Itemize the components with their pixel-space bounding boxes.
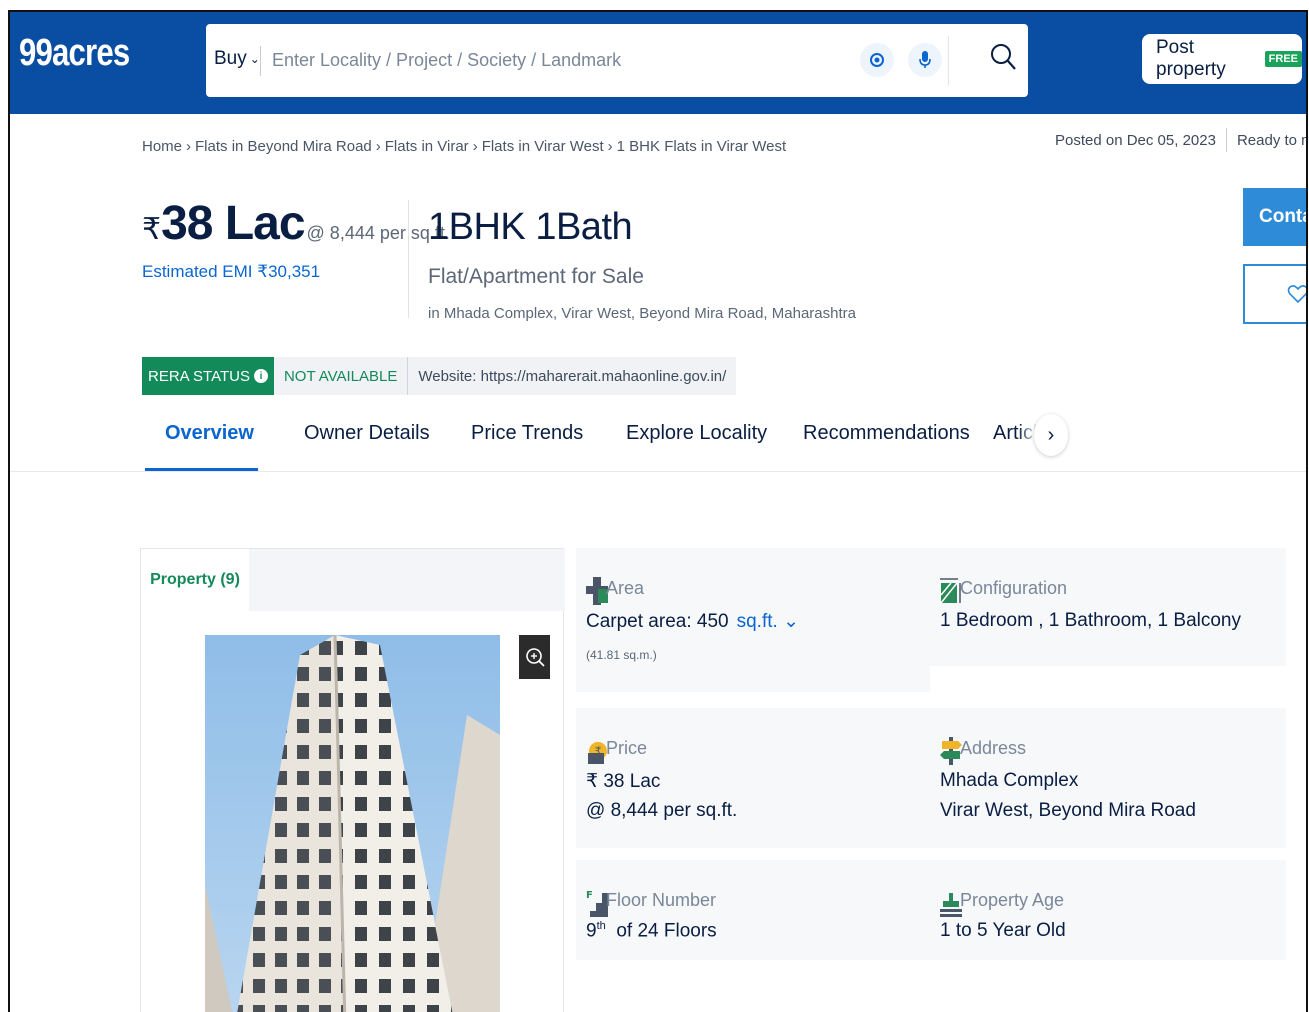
emi-link[interactable]: Estimated EMI ₹30,351 (142, 262, 320, 282)
shortlist-button[interactable] (1243, 264, 1306, 324)
search-separator (948, 36, 949, 86)
microphone-icon[interactable] (908, 43, 942, 77)
rera-banner: RERA STATUS i NOT AVAILABLE Website: htt… (142, 357, 737, 395)
tab-owner-details[interactable]: Owner Details (304, 422, 430, 445)
breadcrumb-item[interactable]: Home (142, 138, 182, 155)
zoom-in-icon[interactable] (519, 635, 550, 679)
property-age-value: 1 to 5 Year Old (940, 920, 1066, 941)
property-photo[interactable] (205, 635, 500, 1012)
listing-title: 1BHK 1Bath (428, 206, 633, 248)
rera-status-badge: RERA STATUS i (142, 357, 274, 395)
photo-gallery: Property (9) (140, 548, 565, 1012)
svg-text:F: F (586, 890, 593, 901)
search-icon[interactable] (988, 40, 1018, 76)
buy-dropdown-label: Buy (214, 48, 247, 69)
property-details: Area Carpet area: 450 sq.ft. ⌄ (41.81 sq.… (576, 548, 1286, 960)
address-line2: Virar West, Beyond Mira Road (940, 800, 1196, 821)
price-label: Price (606, 738, 648, 758)
tab-price-trends[interactable]: Price Trends (471, 422, 583, 445)
posting-divider (1225, 128, 1227, 152)
top-header: 99acres Buy ⌄ Post property FREE (10, 12, 1306, 114)
post-property-button[interactable]: Post property FREE (1142, 34, 1302, 84)
rera-status-label: RERA STATUS (148, 367, 250, 385)
rera-website[interactable]: Website: https://maharerait.mahaonline.g… (408, 357, 737, 395)
gallery-tabbar: Property (9) (141, 549, 565, 611)
floor-suffix: th (596, 920, 606, 932)
price-value: ₹ 38 Lac (586, 771, 661, 792)
area-sqm: (41.81 sq.m.) (586, 648, 657, 662)
address-label: Address (960, 738, 1027, 758)
contact-button[interactable]: Contac (1243, 188, 1306, 246)
active-tab-indicator (145, 468, 258, 471)
search-bar: Buy ⌄ (206, 24, 1028, 97)
chevron-right-icon[interactable]: › (1034, 414, 1068, 456)
floor-number: 9 (586, 920, 597, 942)
svg-text:₹: ₹ (595, 746, 601, 757)
configuration-label: Configuration (960, 578, 1068, 598)
tab-explore-locality[interactable]: Explore Locality (626, 422, 767, 445)
area-label: Area (606, 578, 645, 598)
price-block: ₹ 38 Lac @ 8,444 per sq.ft. (142, 196, 450, 251)
building-age-icon (940, 889, 962, 917)
signpost-icon (940, 737, 962, 765)
detail-address: Address Mhada Complex Virar West, Beyond… (930, 708, 1286, 848)
floor-label: Floor Number (606, 890, 717, 910)
chevron-down-icon: ⌄ (783, 611, 799, 632)
price-tag-icon: ₹ (586, 737, 608, 765)
floor-total: of 24 Floors (616, 920, 717, 942)
info-icon[interactable]: i (253, 369, 268, 383)
breadcrumb-item[interactable]: Flats in Beyond Mira Road (195, 138, 372, 155)
area-icon (586, 577, 608, 605)
heart-icon (1287, 285, 1306, 304)
tab-overview[interactable]: Overview (165, 422, 254, 445)
price-per-sqft-detail: @ 8,444 per sq.ft. (586, 800, 738, 821)
search-input[interactable] (272, 44, 832, 76)
title-divider (408, 200, 409, 318)
gallery-tab-property[interactable]: Property (9) (141, 549, 249, 611)
detail-configuration: Configuration 1 Bedroom , 1 Bathroom, 1 … (930, 548, 1286, 666)
configuration-icon (940, 577, 962, 605)
property-location: in Mhada Complex, Virar West, Beyond Mir… (428, 305, 856, 322)
detail-floor: F Floor Number 9th of 24 Floors (576, 860, 930, 960)
free-badge: FREE (1264, 51, 1302, 67)
page-frame: 99acres Buy ⌄ Post property FREE (8, 10, 1308, 1012)
detail-price: ₹ Price ₹ 38 Lac @ 8,444 per sq.ft. (576, 708, 930, 848)
address-line1: Mhada Complex (940, 770, 1079, 791)
breadcrumb-item[interactable]: Flats in Virar (385, 138, 469, 155)
detail-area: Area Carpet area: 450 sq.ft. ⌄ (41.81 sq.… (576, 548, 930, 692)
breadcrumb: Home › Flats in Beyond Mira Road › Flats i… (142, 138, 787, 155)
chevron-down-icon: ⌄ (249, 52, 260, 66)
configuration-value: 1 Bedroom , 1 Bathroom, 1 Balcony (940, 610, 1241, 631)
breadcrumb-item[interactable]: Flats in Virar West (482, 138, 604, 155)
unit-label: sq.ft. (736, 611, 778, 632)
buy-dropdown[interactable]: Buy ⌄ (214, 48, 260, 70)
section-tabs: Overview Owner Details Price Trends Expl… (10, 412, 1306, 472)
floor-icon: F (586, 889, 608, 917)
floor-value: 9th of 24 Floors (586, 920, 717, 942)
posted-date: Posted on Dec 05, 2023 (1055, 131, 1216, 149)
location-target-icon[interactable] (860, 43, 894, 77)
area-value-row: Carpet area: 450 sq.ft. ⌄ (586, 610, 799, 633)
search-divider (260, 46, 261, 76)
rupee-symbol: ₹ (142, 213, 162, 246)
carpet-area: Carpet area: 450 (586, 611, 729, 632)
post-property-label: Post property (1156, 37, 1226, 80)
listing-price: 38 Lac (161, 197, 305, 250)
detail-property-age: Property Age 1 to 5 Year Old (930, 860, 1286, 960)
breadcrumb-item[interactable]: 1 BHK Flats in Virar West (617, 138, 787, 155)
tab-recommendations[interactable]: Recommendations (803, 422, 970, 445)
site-logo[interactable]: 99acres (19, 32, 130, 75)
property-age-label: Property Age (960, 890, 1065, 910)
unit-dropdown[interactable]: sq.ft. ⌄ (737, 611, 799, 632)
property-type: Flat/Apartment for Sale (428, 265, 644, 288)
rera-availability: NOT AVAILABLE (273, 357, 409, 395)
posting-info: Posted on Dec 05, 2023 Ready to move (1055, 128, 1306, 152)
possession-status: Ready to move (1236, 131, 1306, 149)
